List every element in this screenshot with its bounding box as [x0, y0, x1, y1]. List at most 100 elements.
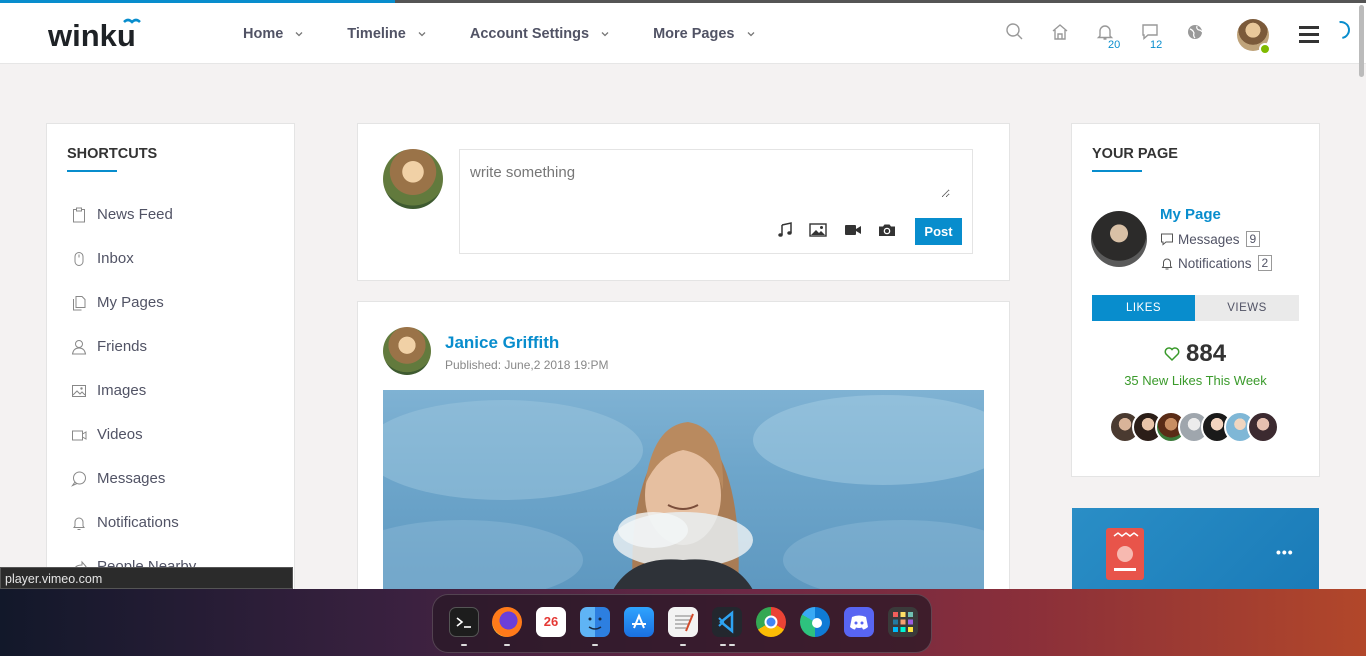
globe-icon[interactable] — [1185, 22, 1205, 42]
music-icon[interactable] — [776, 222, 794, 238]
firefox-icon[interactable] — [492, 607, 522, 637]
nav-more-pages-label: More Pages — [653, 25, 735, 42]
shortcut-notifications[interactable]: Notifications — [71, 514, 179, 531]
chrome-icon[interactable] — [756, 607, 786, 637]
chevron-down-icon — [418, 31, 426, 36]
shortcut-label: My Pages — [97, 294, 164, 311]
main-nav: Home Timeline Account Settings More Page… — [243, 3, 799, 64]
image-icon[interactable] — [809, 222, 827, 238]
book-icon — [1106, 528, 1144, 580]
files-icon — [73, 295, 86, 310]
launchpad-icon[interactable] — [888, 607, 918, 637]
chat-icon — [71, 471, 86, 487]
calendar-day: 26 — [543, 614, 559, 629]
user-icon — [71, 339, 87, 354]
winku-logo[interactable]: winku — [48, 17, 148, 51]
video-camera-icon[interactable] — [844, 222, 862, 238]
text-editor-icon[interactable] — [668, 607, 698, 637]
page-messages-link[interactable]: Messages 9 — [1160, 231, 1261, 247]
dock-running-indicator — [680, 644, 686, 646]
nav-account-settings[interactable]: Account Settings — [470, 26, 609, 42]
nav-more-pages[interactable]: More Pages — [653, 26, 754, 42]
discord-icon[interactable] — [844, 607, 874, 637]
likes-count: 884 — [1164, 340, 1226, 368]
shortcut-messages[interactable]: Messages — [71, 470, 165, 487]
page-notifications-link[interactable]: Notifications 2 — [1160, 255, 1273, 271]
shortcut-videos[interactable]: Videos — [71, 426, 143, 443]
dock-running-indicator — [720, 644, 726, 646]
composer-avatar[interactable] — [383, 149, 443, 209]
shortcut-news-feed[interactable]: News Feed — [71, 206, 173, 223]
page-avatar[interactable] — [1091, 211, 1147, 267]
likes-this-week: 35 New Likes This Week — [1124, 373, 1267, 388]
post-image[interactable] — [383, 390, 984, 590]
composer-textarea[interactable] — [470, 164, 950, 198]
clipboard-icon — [73, 207, 85, 222]
shortcut-my-pages[interactable]: My Pages — [71, 294, 164, 311]
page-notifications-label: Notifications — [1178, 255, 1252, 271]
online-status-dot — [1259, 43, 1271, 55]
heart-icon — [1164, 347, 1180, 362]
post-photo-illustration — [383, 395, 984, 590]
shortcut-label: News Feed — [97, 206, 173, 223]
dock-running-indicator — [729, 644, 735, 646]
image-icon — [72, 384, 86, 397]
likers-avatars — [1109, 411, 1279, 443]
nav-home-label: Home — [243, 25, 284, 42]
page-name-link[interactable]: My Page — [1160, 206, 1221, 223]
calendar-icon[interactable]: 26 — [536, 607, 566, 637]
tab-likes[interactable]: LIKES — [1092, 295, 1195, 321]
shortcut-label: Messages — [97, 470, 166, 487]
shortcut-inbox[interactable]: Inbox — [71, 250, 134, 267]
home-icon[interactable] — [1050, 22, 1070, 42]
shortcut-images[interactable]: Images — [71, 382, 146, 399]
shortcuts-widget: SHORTCUTS News Feed Inbox My Pages Frien… — [46, 123, 295, 593]
likes-count-value: 884 — [1186, 340, 1227, 367]
tab-views[interactable]: VIEWS — [1195, 295, 1299, 321]
dock-running-indicator — [461, 644, 467, 646]
liker-avatar[interactable] — [1247, 411, 1279, 443]
mouse-icon — [74, 251, 84, 266]
chat-icon — [1161, 233, 1173, 246]
post-button[interactable]: Post — [915, 218, 962, 245]
shortcut-label: Notifications — [97, 514, 179, 531]
post-published-date: Published: June,2 2018 19:PM — [445, 358, 609, 372]
camera-icon[interactable] — [878, 222, 896, 238]
your-page-title-underline — [1092, 170, 1142, 172]
chevron-down-icon — [295, 31, 303, 36]
nav-home[interactable]: Home — [243, 26, 303, 42]
shortcuts-title: SHORTCUTS — [67, 146, 158, 162]
your-page-title: YOUR PAGE — [1092, 146, 1178, 162]
search-icon[interactable] — [1005, 22, 1025, 42]
top-header: winku Home Timeline Account Settings Mor… — [0, 3, 1366, 64]
edge-icon[interactable] — [800, 607, 830, 637]
nav-timeline[interactable]: Timeline — [347, 26, 426, 42]
post-author-name[interactable]: Janice Griffith — [445, 333, 559, 353]
hamburger-menu-icon[interactable] — [1299, 26, 1319, 43]
page-messages-label: Messages — [1178, 231, 1240, 247]
finder-icon[interactable] — [580, 607, 610, 637]
composer-box: Post — [459, 149, 973, 254]
nav-account-settings-label: Account Settings — [469, 25, 590, 42]
shortcuts-title-underline — [67, 170, 117, 172]
app-store-icon[interactable] — [624, 607, 654, 637]
bell-icon — [73, 517, 85, 530]
vscode-icon[interactable] — [712, 607, 742, 637]
shortcut-friends[interactable]: Friends — [71, 338, 147, 355]
promo-banner[interactable]: ••• — [1072, 508, 1319, 590]
shortcut-label: Videos — [97, 426, 143, 443]
shortcut-label: Friends — [97, 338, 148, 355]
terminal-icon[interactable] — [449, 607, 479, 637]
post-author-avatar[interactable] — [383, 327, 431, 375]
dock-running-indicator — [504, 644, 510, 646]
bell-icon — [1161, 258, 1173, 270]
page-scrollbar[interactable] — [1359, 5, 1364, 77]
page-notifications-count: 2 — [1257, 255, 1273, 271]
more-options-icon[interactable]: ••• — [1276, 544, 1294, 560]
chevron-down-icon — [601, 31, 609, 36]
chevron-down-icon — [747, 31, 754, 36]
link-status-tooltip: player.vimeo.com — [0, 567, 293, 589]
page-loading-progress — [0, 0, 395, 3]
dock-running-indicator — [592, 644, 598, 646]
app-dock: 26 — [432, 594, 932, 653]
